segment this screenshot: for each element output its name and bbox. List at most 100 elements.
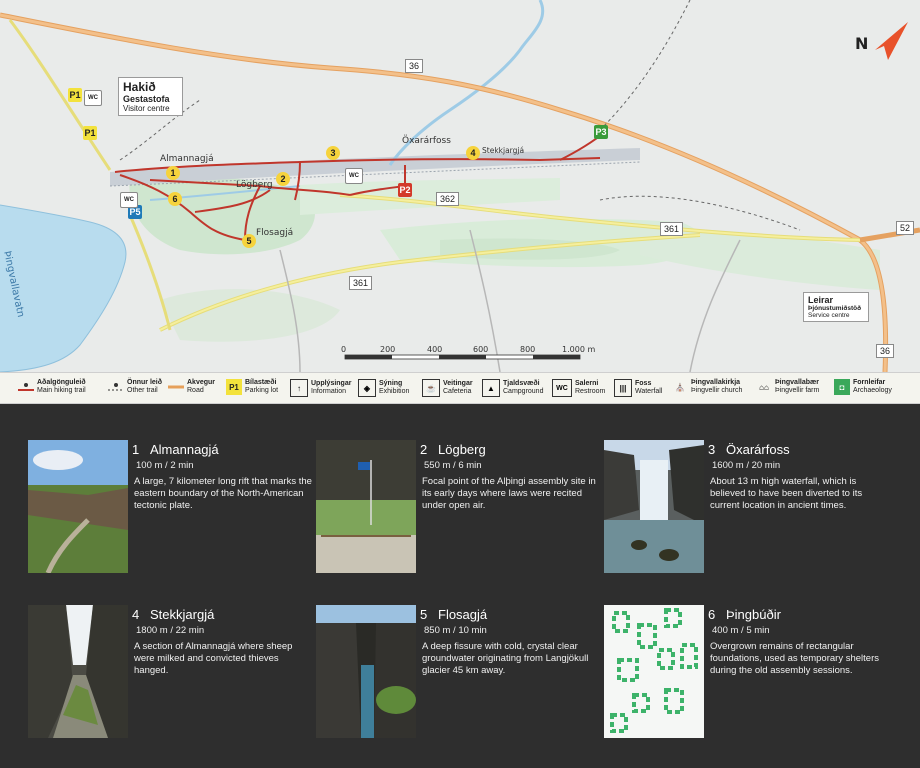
site-card-flosagja[interactable]: 5 Flosagjá 850 m / 10 min A deep fissure… <box>316 605 606 745</box>
legend-parking: P1 Bílastæði Parking lot <box>226 379 278 395</box>
legend-road: Akvegur Road <box>168 379 215 395</box>
site-title: Almannagjá <box>150 442 219 457</box>
stekkjargja-label[interactable]: Stekkjargjá <box>482 146 524 155</box>
legend-main-trail: Aðalgönguleið Main hiking trail <box>18 379 86 395</box>
site-number: 6 <box>708 607 716 622</box>
road-number-52: 52 <box>896 221 915 235</box>
flosagja-label[interactable]: Flosagjá <box>256 228 293 238</box>
scale-label-200: 200 <box>380 345 396 354</box>
legend-campground: ▲ Tjaldsvæði Campground <box>482 379 543 397</box>
stekkjargja-photo <box>28 605 128 738</box>
site-marker-2[interactable]: 2 <box>276 172 290 186</box>
legend-information: ↑ Upplýsingar Information <box>290 379 351 397</box>
site-card-stekkjargja[interactable]: 4 Stekkjargjá 1800 m / 22 min A section … <box>28 605 318 745</box>
farm-icon: ⌂⌂ <box>759 382 769 392</box>
legend-exhibition: ◈ Sýning Exhibition <box>358 379 409 397</box>
road-number-36: 36 <box>405 59 424 73</box>
visitor-centre-is: Gestastofa <box>123 94 170 104</box>
site-title: Lögberg <box>438 442 486 457</box>
site-number: 2 <box>420 442 428 457</box>
site-number: 1 <box>132 442 140 457</box>
restroom-marker-3[interactable]: WC <box>120 192 138 208</box>
road-icon <box>168 379 184 395</box>
site-distance: 550 m / 6 min <box>424 460 482 471</box>
site-card-logberg[interactable]: 2 Lögberg 550 m / 6 min Focal point of t… <box>316 440 606 580</box>
parking-marker-p1[interactable]: P1 <box>68 88 82 102</box>
site-distance: 400 m / 5 min <box>712 625 770 636</box>
map-canvas <box>0 0 920 372</box>
legend-cafeteria: ☕ Veitingar Cafeteria <box>422 379 473 397</box>
cafeteria-icon: ☕ <box>422 379 440 397</box>
information-icon: ↑ <box>290 379 308 397</box>
map-legend: Aðalgönguleið Main hiking trail Önnur lei… <box>0 372 920 404</box>
site-title: Þingbúðir <box>726 607 781 622</box>
church-icon: ⛪ <box>675 382 685 392</box>
site-description: A section of Almannagjá where sheep were… <box>134 641 293 676</box>
site-card-thingbudir[interactable]: 6 Þingbúðir 400 m / 5 min Overgrown rema… <box>604 605 894 745</box>
scale-label-400: 400 <box>427 345 443 354</box>
scale-label-0: 0 <box>341 345 347 354</box>
north-label: N <box>855 34 869 53</box>
almannagja-label[interactable]: Almannagjá <box>160 154 214 164</box>
restroom-icon: WC <box>552 379 572 397</box>
visitor-centre-en: Visitor centre <box>123 104 170 113</box>
legend-farm: ⌂⌂ Þingvallabær Þingvellir farm <box>756 379 819 395</box>
site-marker-4[interactable]: 4 <box>466 146 480 160</box>
restroom-marker[interactable]: WC <box>84 90 102 106</box>
site-number: 5 <box>420 607 428 622</box>
parking-marker-p3[interactable]: P3 <box>594 125 608 139</box>
exhibition-icon: ◈ <box>358 379 376 397</box>
site-description: A deep fissure with cold, crystal clear … <box>422 641 589 676</box>
oxararfoss-label[interactable]: Öxarárfoss <box>402 136 451 146</box>
road-number-361: 361 <box>660 222 684 236</box>
legend-restroom: WC Salerni Restroom <box>552 379 605 397</box>
service-centre-callout[interactable]: Leirar Þjónustumiðstöð Service centre <box>803 292 869 322</box>
site-number: 3 <box>708 442 716 457</box>
main-trail-icon <box>18 379 34 395</box>
parking-marker-p1-lower[interactable]: P1 <box>83 126 97 140</box>
restroom-marker-2[interactable]: WC <box>345 168 363 184</box>
site-distance: 850 m / 10 min <box>424 625 487 636</box>
site-card-oxararfoss[interactable]: 3 Öxarárfoss 1600 m / 20 min About 13 m … <box>604 440 894 580</box>
parking-icon: P1 <box>226 379 242 395</box>
site-marker-1[interactable]: 1 <box>166 166 180 180</box>
flosagja-photo <box>316 605 416 738</box>
road-number-362: 362 <box>436 192 460 206</box>
park-map[interactable]: 36 36 362 361 361 52 Þingvallavatn Alman… <box>0 0 920 372</box>
parking-marker-p2[interactable]: P2 <box>398 183 412 197</box>
site-marker-6[interactable]: 6 <box>168 192 182 206</box>
site-marker-3[interactable]: 3 <box>326 146 340 160</box>
site-description: Focal point of the Alþingi assembly site… <box>422 476 596 511</box>
scale-bar <box>344 354 581 360</box>
visitor-centre-name: Hakið <box>123 80 156 94</box>
legend-other-trail: Önnur leið Other trail <box>108 379 162 395</box>
scale-label-800: 800 <box>520 345 536 354</box>
site-distance: 1600 m / 20 min <box>712 460 781 471</box>
legend-church: ⛪ Þingvallakirkja Þingvellir church <box>672 379 742 395</box>
site-description: A large, 7 kilometer long rift that mark… <box>134 476 312 511</box>
campground-icon: ▲ <box>482 379 500 397</box>
site-distance: 100 m / 2 min <box>136 460 194 471</box>
site-marker-5[interactable]: 5 <box>242 234 256 248</box>
road-number-361-south: 361 <box>349 276 373 290</box>
site-description: About 13 m high waterfall, which is beli… <box>710 476 863 511</box>
thingbudir-map-image <box>604 605 704 738</box>
site-description: Overgrown remains of rectangular foundat… <box>710 641 879 676</box>
service-centre-en: Service centre <box>808 312 850 319</box>
almannagja-photo <box>28 440 128 573</box>
park-green-area <box>129 173 315 255</box>
service-centre-name: Leirar <box>808 295 834 305</box>
visitor-centre-callout[interactable]: Hakið Gestastofa Visitor centre <box>118 77 183 116</box>
other-trail-icon <box>108 379 124 395</box>
archaeology-icon: ◘ <box>834 379 850 395</box>
road-number-36-east: 36 <box>876 344 895 358</box>
site-card-almannagja[interactable]: 1 Almannagjá 100 m / 2 min A large, 7 ki… <box>28 440 318 580</box>
site-distance: 1800 m / 22 min <box>136 625 205 636</box>
site-title: Öxarárfoss <box>726 442 790 457</box>
site-title: Stekkjargjá <box>150 607 215 622</box>
site-title: Flosagjá <box>438 607 488 622</box>
oxararfoss-photo <box>604 440 704 573</box>
site-number: 4 <box>132 607 140 622</box>
scale-label-1000: 1.000 m <box>562 345 596 354</box>
logberg-label[interactable]: Lögberg <box>236 180 273 190</box>
